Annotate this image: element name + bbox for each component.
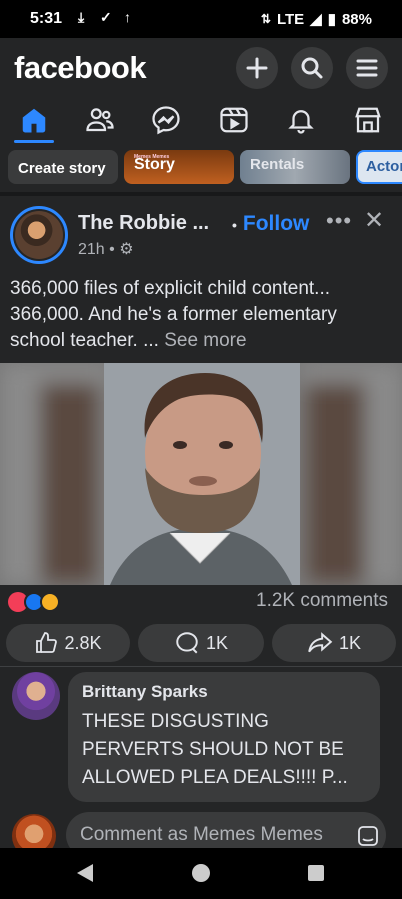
status-time: 5:31	[30, 10, 63, 27]
tab-messenger[interactable]	[148, 102, 184, 138]
post-text[interactable]: 366,000 files of explicit child content.…	[10, 276, 395, 354]
post-separator	[0, 666, 402, 667]
post-author-name[interactable]: The Robbie ...	[78, 212, 209, 235]
post-author-avatar[interactable]	[10, 206, 68, 264]
comment-bubble-icon	[176, 632, 198, 654]
like-count: 2.8K	[64, 632, 102, 653]
reactions-summary[interactable]: 1.2K comments	[0, 588, 402, 618]
comments-count[interactable]: 1.2K comments	[256, 590, 388, 612]
more-options-button[interactable]: •••	[326, 208, 352, 234]
like-button[interactable]: 2.8K	[6, 624, 130, 662]
active-tab-indicator	[14, 140, 54, 143]
marketplace-icon	[355, 107, 381, 133]
tab-video[interactable]	[216, 102, 252, 138]
actor-story-card[interactable]: Actor	[356, 150, 402, 184]
tab-home[interactable]	[16, 102, 52, 138]
actor-label: Actor	[366, 158, 402, 175]
home-nav-icon[interactable]	[191, 863, 211, 883]
hide-post-button[interactable]: ✕	[364, 206, 384, 235]
messenger-icon	[152, 106, 180, 135]
story-label: Story	[134, 156, 175, 173]
signal-icon: ◢	[310, 11, 322, 28]
system-navigation-bar	[0, 848, 402, 899]
commenter-avatar[interactable]	[12, 672, 60, 720]
network-type: LTE	[276, 10, 305, 28]
share-arrow-icon	[308, 632, 333, 653]
recents-icon[interactable]	[308, 865, 324, 881]
plus-icon	[246, 57, 268, 79]
comment-bubble[interactable]: Brittany Sparks THESE DISGUSTING PERVERT…	[68, 672, 380, 802]
friends-icon	[86, 108, 114, 132]
close-icon: ✕	[364, 207, 385, 234]
comment-text: THESE DISGUSTING PERVERTS SHOULD NOT BE …	[82, 711, 348, 788]
status-bar: 5:31 ⤓ ✓ ↑ ⇅ LTE ◢ ▮ 88%	[0, 0, 402, 38]
wifi-calling-icon: ⇅	[260, 12, 271, 26]
video-icon	[220, 107, 248, 133]
create-story-card[interactable]: Create story	[8, 150, 118, 184]
home-icon	[22, 108, 46, 133]
share-count: 1K	[338, 632, 362, 653]
see-more-link[interactable]: See more	[164, 330, 246, 351]
separator-dot: •	[232, 217, 237, 233]
battery-icon: ▮	[327, 11, 336, 28]
download-icon: ⤓	[78, 9, 85, 25]
post-timestamp: 21h • ⚙	[78, 241, 134, 258]
facebook-logo[interactable]: facebook	[14, 50, 147, 86]
stories-strip: Create story Memes Memes Story Rentals A…	[0, 150, 402, 190]
tab-friends[interactable]	[82, 102, 118, 138]
create-button[interactable]	[236, 47, 278, 89]
menu-button[interactable]	[346, 47, 388, 89]
wow-reaction-icon	[40, 592, 60, 612]
commenter-name[interactable]: Brittany Sparks	[82, 682, 366, 702]
story-card[interactable]: Memes Memes Story	[124, 150, 234, 184]
gear-icon: ⚙	[119, 241, 134, 258]
feed-divider	[0, 192, 402, 196]
create-story-label: Create story	[18, 160, 106, 177]
tab-bar	[0, 98, 402, 144]
rentals-story-card[interactable]: Rentals	[240, 150, 350, 184]
upload-icon: ↑	[124, 9, 131, 25]
post-photo[interactable]	[0, 363, 402, 585]
back-icon[interactable]	[75, 862, 95, 884]
thumbs-up-icon	[36, 632, 58, 653]
share-button[interactable]: 1K	[272, 624, 396, 662]
mugshot-image	[0, 363, 402, 585]
download-done-icon: ✓	[100, 9, 112, 25]
tab-marketplace[interactable]	[350, 102, 386, 138]
follow-button[interactable]: • Follow	[232, 212, 309, 236]
tab-notifications[interactable]	[283, 102, 319, 138]
battery-level: 88%	[341, 10, 372, 28]
search-icon	[301, 57, 323, 79]
sticker-icon[interactable]	[356, 824, 380, 848]
comment-button[interactable]: 1K	[138, 624, 264, 662]
top-bar: facebook	[0, 38, 402, 98]
rentals-label: Rentals	[250, 156, 305, 173]
comment-count: 1K	[205, 632, 229, 653]
bell-icon	[288, 110, 314, 134]
search-button[interactable]	[291, 47, 333, 89]
menu-icon	[356, 59, 378, 77]
